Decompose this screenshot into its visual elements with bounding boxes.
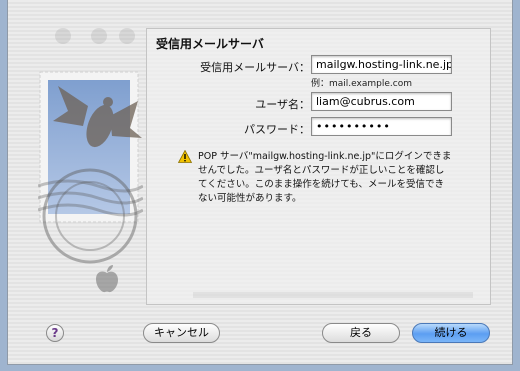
password-field[interactable]: •••••••••• (311, 117, 452, 136)
assistant-sheet: 受信用メールサーバ 受信用メールサーバ： mailgw.hosting-link… (7, 0, 513, 365)
background-circle-icon (91, 28, 107, 44)
cancel-button[interactable]: キャンセル (143, 323, 220, 343)
background-circle-icon (55, 28, 71, 44)
password-label: パスワード： (244, 123, 310, 136)
username-field[interactable]: liam@cubrus.com (311, 92, 452, 111)
help-button[interactable]: ? (46, 324, 64, 342)
incoming-server-example: 例：mail.example.com (311, 79, 412, 89)
username-label: ユーザ名： (255, 98, 310, 111)
continue-button[interactable]: 続ける (412, 323, 490, 343)
incoming-server-label: 受信用メールサーバ： (200, 61, 310, 74)
apple-logo-icon (94, 264, 120, 294)
login-warning-message: POP サーバ"mailgw.hosting-link.ne.jp"にログインで… (198, 151, 452, 204)
warning-icon (178, 150, 192, 163)
panel-title: 受信用メールサーバ (156, 37, 264, 51)
background-circle-icon (119, 28, 135, 44)
incoming-server-field[interactable]: mailgw.hosting-link.ne.jp (311, 55, 452, 74)
background-status-text (193, 292, 473, 298)
mail-stamp-image (38, 66, 143, 293)
stamp-graphic (38, 71, 143, 264)
back-button[interactable]: 戻る (322, 323, 400, 343)
